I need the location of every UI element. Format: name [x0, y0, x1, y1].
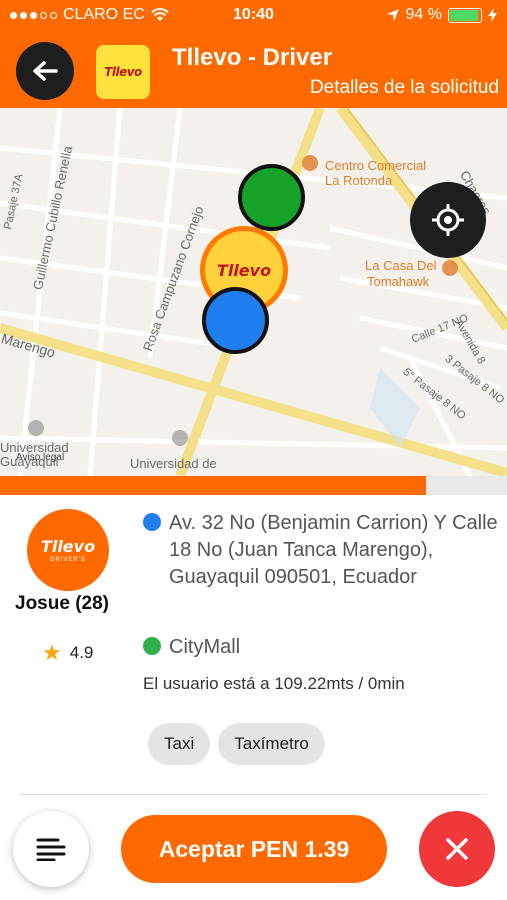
crosshair-icon — [432, 204, 464, 236]
status-bar: CLARO EC 10:40 94 % — [0, 0, 507, 32]
arrow-left-icon — [33, 61, 58, 81]
destination-dot-icon — [143, 637, 161, 655]
back-button[interactable] — [16, 42, 74, 100]
page-subtitle: Detalles de la solicitud — [309, 77, 499, 98]
app-screen: CLARO EC 10:40 94 % Tllevo Tllevo - Driv… — [0, 0, 507, 900]
logo-text: Tllevo — [104, 65, 142, 79]
rating-value: 4.9 — [69, 643, 94, 662]
divider — [20, 794, 487, 795]
location-arrow-icon — [386, 9, 399, 21]
chip-taximetro: Taxímetro — [218, 723, 325, 765]
origin-address: Av. 32 No (Benjamin Carrion) Y Calle 18 … — [143, 510, 503, 591]
destination-text: CityMall — [169, 636, 241, 658]
map-view[interactable]: Centro Comercial La Rotonda Chacras La C… — [0, 108, 507, 476]
driver-pin-logo: Tllevo — [216, 260, 272, 280]
star-icon: ★ — [42, 640, 62, 665]
origin-pin[interactable] — [202, 287, 269, 354]
map-label-tomahawk: Tomahawk — [367, 274, 430, 289]
request-timer-fill — [0, 476, 426, 495]
destination-address: CityMall — [143, 634, 240, 661]
locate-button[interactable] — [410, 182, 486, 258]
request-timer-bar — [0, 476, 507, 495]
origin-text: Av. 32 No (Benjamin Carrion) Y Calle 18 … — [169, 512, 498, 588]
destination-pin[interactable] — [238, 164, 305, 231]
reject-button[interactable] — [419, 811, 495, 887]
map-label-centro: Centro Comercial — [325, 158, 427, 173]
accept-button[interactable]: Aceptar PEN 1.39 — [121, 815, 387, 883]
avatar-sub: DRIVER'S — [50, 557, 86, 563]
menu-button[interactable] — [13, 811, 89, 887]
battery-percent: 94 % — [405, 6, 442, 23]
map-label-rotonda: La Rotonda — [325, 173, 393, 188]
service-chips: Taxi Taxímetro — [148, 723, 325, 765]
battery-icon — [448, 7, 482, 23]
page-title: Tllevo - Driver — [172, 44, 333, 71]
map-label-universidad-de: Universidad de — [130, 456, 217, 471]
close-icon — [446, 838, 468, 860]
charging-icon — [488, 8, 497, 22]
avatar-logo: Tllevo — [40, 537, 96, 556]
header-bar: CLARO EC 10:40 94 % Tllevo Tllevo - Driv… — [0, 0, 507, 108]
map-legal-link[interactable]: Aviso legal — [16, 452, 64, 463]
app-logo: Tllevo — [96, 45, 150, 99]
origin-dot-icon — [143, 513, 161, 531]
user-name: Josue (28) — [15, 593, 109, 614]
avatar: Tllevo DRIVER'S — [27, 509, 109, 591]
map-label-casa: La Casa Del — [365, 258, 437, 273]
distance-info: El usuario está a 109.22mts / 0min — [143, 674, 405, 693]
menu-lines-icon — [36, 838, 66, 861]
status-right: 94 % — [386, 6, 497, 24]
user-rating: ★ 4.9 — [42, 642, 93, 664]
chip-taxi: Taxi — [148, 723, 211, 765]
